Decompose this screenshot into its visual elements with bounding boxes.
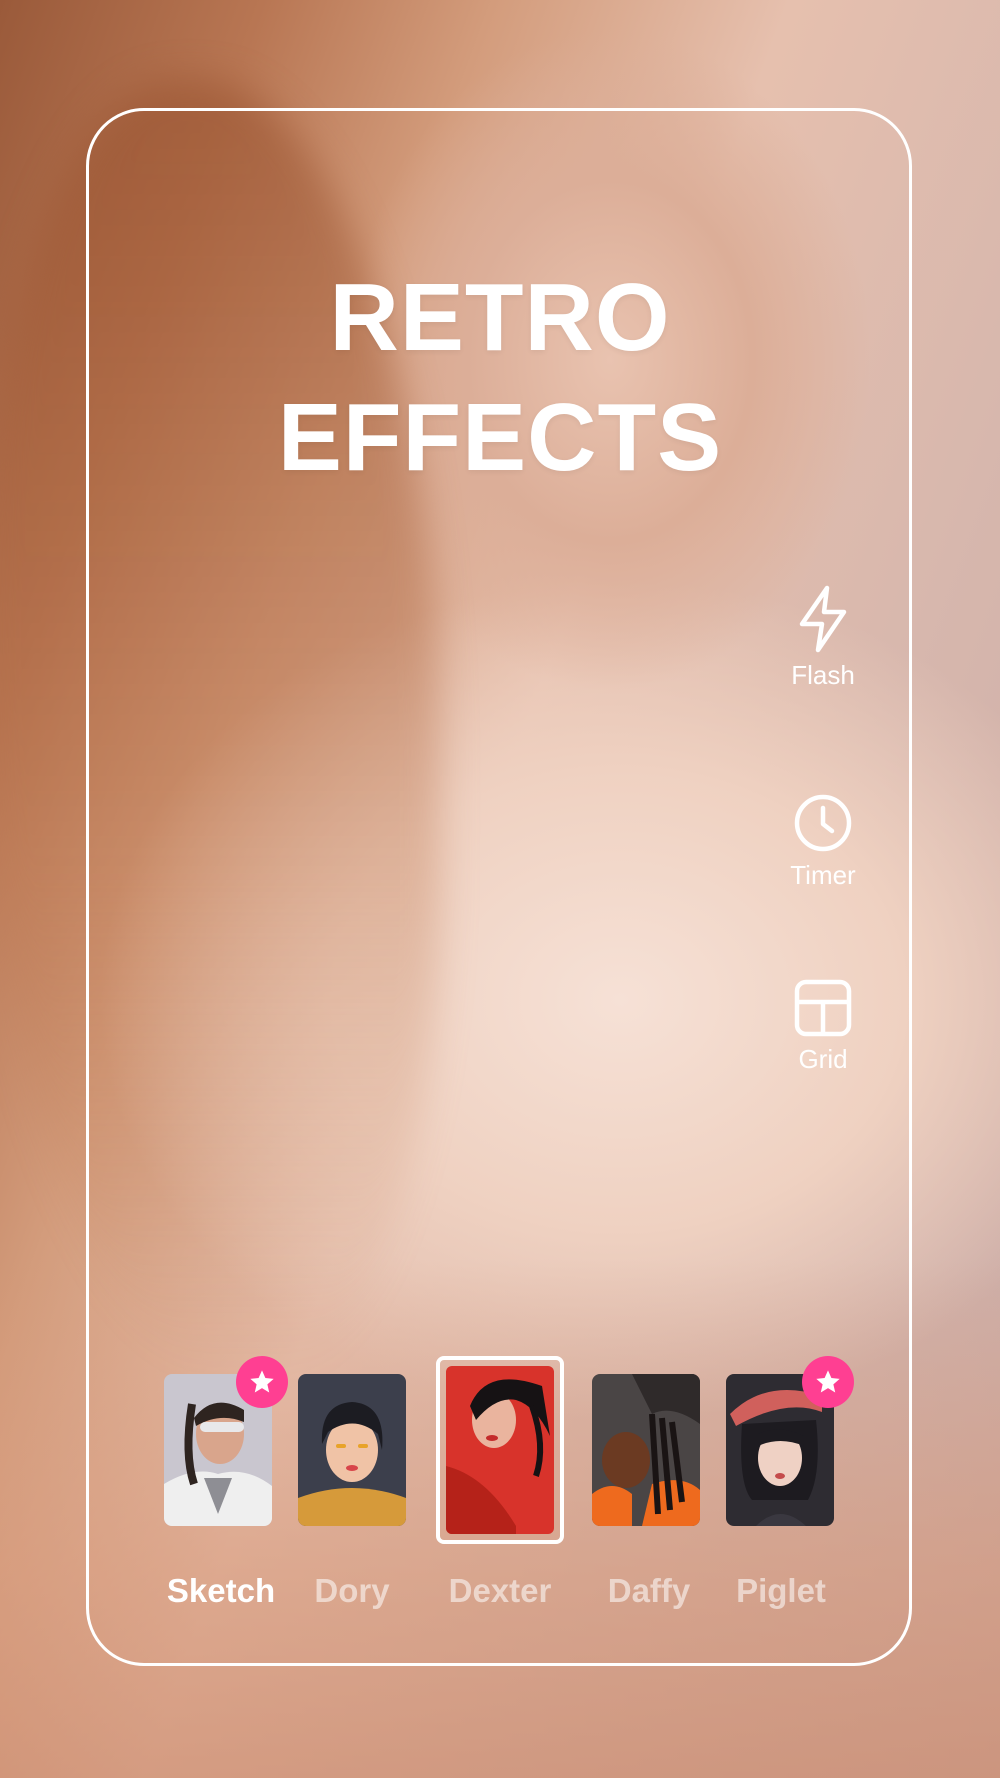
star-icon (816, 1370, 840, 1393)
grid-label: Grid (798, 1044, 848, 1074)
filter-name-piglet[interactable]: Piglet (706, 1572, 856, 1610)
filter-thumb-daffy[interactable] (592, 1374, 700, 1526)
timer-button[interactable]: Timer (743, 792, 903, 891)
flash-button[interactable]: Flash (743, 584, 903, 691)
portrait-dory-image (298, 1374, 406, 1526)
grid-icon (794, 979, 852, 1037)
portrait-dexter-image (446, 1366, 554, 1534)
filter-name-dory[interactable]: Dory (277, 1572, 427, 1610)
grid-button[interactable]: Grid (743, 978, 903, 1075)
star-icon (250, 1370, 274, 1393)
premium-star-badge (236, 1356, 288, 1408)
headline-line-2: EFFECTS (277, 384, 723, 491)
lightning-icon (799, 585, 847, 653)
filter-thumb-dexter[interactable] (436, 1356, 564, 1544)
filter-name-daffy[interactable]: Daffy (574, 1572, 724, 1610)
filter-names: Sketch Dory Dexter Daffy Piglet (0, 1572, 1000, 1616)
headline-line-1: RETRO (329, 264, 671, 371)
flash-label: Flash (791, 660, 855, 690)
filter-name-dexter[interactable]: Dexter (425, 1572, 575, 1610)
filter-name-sketch[interactable]: Sketch (146, 1572, 296, 1610)
portrait-daffy-image (592, 1374, 700, 1526)
premium-star-badge (802, 1356, 854, 1408)
filter-carousel[interactable] (162, 1356, 854, 1546)
clock-icon (794, 794, 852, 852)
filter-thumb-dory[interactable] (298, 1374, 406, 1526)
headline: RETRO EFFECTS (0, 258, 1000, 498)
timer-label: Timer (790, 860, 856, 890)
